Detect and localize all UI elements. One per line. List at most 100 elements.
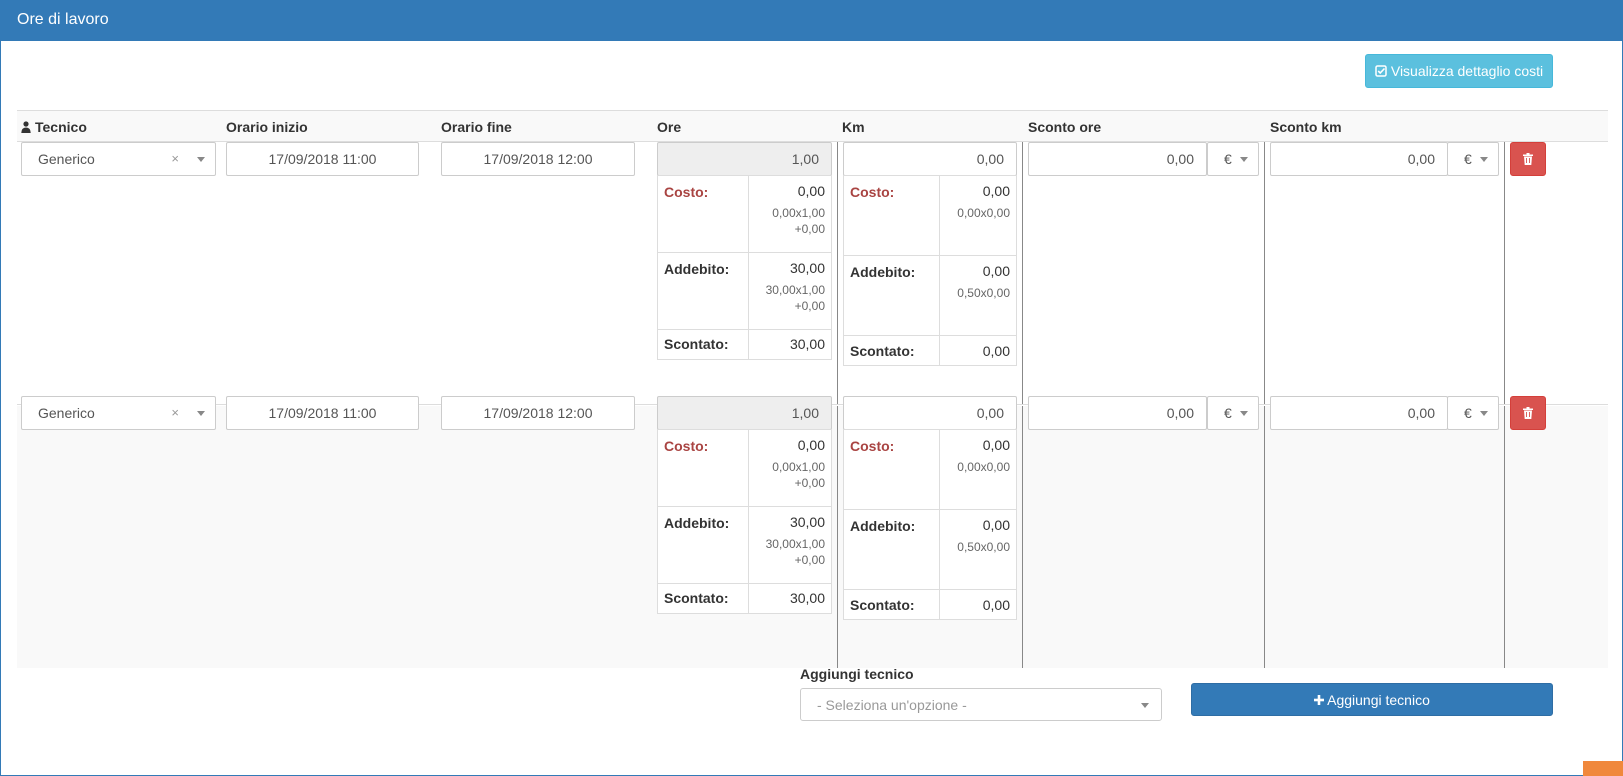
km-costs-table: Costo: 0,00 0,00x0,00 Addebito: 0,00 0,5… xyxy=(843,175,1017,366)
ore-scontato-row: Scontato: 30,00 xyxy=(658,584,831,614)
column-divider xyxy=(1264,142,1265,404)
column-divider xyxy=(837,406,838,668)
header-ore: Ore xyxy=(657,119,682,135)
sconto-km-unit-select[interactable]: € xyxy=(1447,142,1499,176)
orario-inizio-input[interactable]: 17/09/2018 11:00 xyxy=(226,396,419,430)
header-tecnico: Tecnico xyxy=(21,119,87,135)
ore-addebito-row: Addebito: 30,00 30,00x1,00 +0,00 xyxy=(658,253,831,330)
trash-icon xyxy=(1523,153,1533,165)
column-divider xyxy=(1264,406,1265,668)
km-input[interactable]: 0,00 xyxy=(843,396,1017,430)
orario-inizio-input[interactable]: 17/09/2018 11:00 xyxy=(226,142,419,176)
km-costo-formula: 0,00x0,00 xyxy=(957,206,1010,220)
plus-icon xyxy=(1314,694,1325,705)
add-tecnico-placeholder: - Seleziona un'opzione - xyxy=(817,697,967,713)
km-addebito-row: Addebito: 0,00 0,50x0,00 xyxy=(844,510,1016,590)
sconto-ore-unit-select[interactable]: € xyxy=(1207,396,1259,430)
chevron-down-icon xyxy=(1240,157,1248,162)
clear-icon[interactable]: × xyxy=(171,151,179,166)
sconto-km-unit-select[interactable]: € xyxy=(1447,396,1499,430)
orario-fine-input[interactable]: 17/09/2018 12:00 xyxy=(441,396,635,430)
km-costo-formula: 0,00x0,00 xyxy=(957,460,1010,474)
column-divider xyxy=(1022,142,1023,404)
ore-addebito-value: 30,00 xyxy=(789,260,825,276)
sconto-km-input[interactable]: 0,00 xyxy=(1270,396,1448,430)
ore-costo-formula: 0,00x1,00 xyxy=(772,460,825,474)
km-scontato-row: Scontato: 0,00 xyxy=(844,590,1016,620)
addebito-label: Addebito: xyxy=(850,264,916,280)
ore-input[interactable]: 1,00 xyxy=(657,142,832,176)
ore-addebito-extra: +0,00 xyxy=(794,299,825,313)
km-costo-row: Costo: 0,00 0,00x0,00 xyxy=(844,176,1016,256)
trash-icon xyxy=(1523,407,1533,419)
ore-scontato-value: 30,00 xyxy=(789,590,825,606)
ore-costo-row: Costo: 0,00 0,00x1,00 +0,00 xyxy=(658,176,831,253)
ore-addebito-value: 30,00 xyxy=(789,514,825,530)
ore-costs-table: Costo: 0,00 0,00x1,00 +0,00 Addebito: 30… xyxy=(657,429,832,614)
header-sconto-ore: Sconto ore xyxy=(1028,119,1102,135)
km-costs-table: Costo: 0,00 0,00x0,00 Addebito: 0,00 0,5… xyxy=(843,429,1017,620)
sconto-ore-input[interactable]: 0,00 xyxy=(1028,396,1207,430)
chevron-down-icon xyxy=(1480,411,1488,416)
chevron-down-icon xyxy=(1480,157,1488,162)
tecnico-select[interactable]: Generico × xyxy=(21,142,216,176)
costo-label: Costo: xyxy=(664,184,709,200)
km-scontato-row: Scontato: 0,00 xyxy=(844,336,1016,366)
scroll-top-button[interactable] xyxy=(1583,761,1623,776)
header-sconto-km: Sconto km xyxy=(1270,119,1342,135)
chevron-down-icon xyxy=(197,411,205,416)
km-addebito-row: Addebito: 0,00 0,50x0,00 xyxy=(844,256,1016,336)
scontato-label: Scontato: xyxy=(664,590,729,606)
header-km: Km xyxy=(842,119,865,135)
clear-icon[interactable]: × xyxy=(171,405,179,420)
km-scontato-value: 0,00 xyxy=(982,597,1010,613)
km-input[interactable]: 0,00 xyxy=(843,142,1017,176)
panel-title: Ore di lavoro xyxy=(1,0,1623,41)
column-divider xyxy=(837,142,838,404)
table-row: Generico × 17/09/2018 11:00 17/09/2018 1… xyxy=(17,142,1608,405)
orario-fine-input[interactable]: 17/09/2018 12:00 xyxy=(441,142,635,176)
ore-addebito-extra: +0,00 xyxy=(794,553,825,567)
tecnico-select[interactable]: Generico × xyxy=(21,396,216,430)
addebito-label: Addebito: xyxy=(664,261,730,277)
header-orario-inizio: Orario inizio xyxy=(226,119,308,135)
km-addebito-formula: 0,50x0,00 xyxy=(957,286,1010,300)
ore-input[interactable]: 1,00 xyxy=(657,396,832,430)
costo-label: Costo: xyxy=(850,438,895,454)
add-tecnico-label: Aggiungi tecnico xyxy=(800,666,914,682)
km-addebito-value: 0,00 xyxy=(982,517,1010,533)
km-scontato-value: 0,00 xyxy=(982,343,1010,359)
ore-costo-row: Costo: 0,00 0,00x1,00 +0,00 xyxy=(658,430,831,507)
km-addebito-value: 0,00 xyxy=(982,263,1010,279)
ore-costo-extra: +0,00 xyxy=(794,476,825,490)
view-cost-details-label: Visualizza dettaglio costi xyxy=(1390,63,1544,79)
ore-costs-table: Costo: 0,00 0,00x1,00 +0,00 Addebito: 30… xyxy=(657,175,832,360)
ore-costo-extra: +0,00 xyxy=(794,222,825,236)
ore-costo-formula: 0,00x1,00 xyxy=(772,206,825,220)
delete-row-button[interactable] xyxy=(1510,142,1546,176)
addebito-label: Addebito: xyxy=(664,515,730,531)
chevron-down-icon xyxy=(197,157,205,162)
sconto-ore-unit-select[interactable]: € xyxy=(1207,142,1259,176)
scontato-label: Scontato: xyxy=(850,597,915,613)
delete-row-button[interactable] xyxy=(1510,396,1546,430)
view-cost-details-button[interactable]: Visualizza dettaglio costi xyxy=(1365,54,1553,88)
check-square-icon xyxy=(1375,65,1387,77)
scontato-label: Scontato: xyxy=(664,336,729,352)
table-header: Tecnico Orario inizio Orario fine Ore Km… xyxy=(17,110,1608,142)
column-divider xyxy=(1504,142,1505,404)
chevron-down-icon xyxy=(1240,411,1248,416)
km-costo-value: 0,00 xyxy=(982,437,1010,453)
ore-scontato-row: Scontato: 30,00 xyxy=(658,330,831,360)
ore-addebito-row: Addebito: 30,00 30,00x1,00 +0,00 xyxy=(658,507,831,584)
work-hours-panel: Ore di lavoro Visualizza dettaglio costi… xyxy=(0,0,1623,776)
header-orario-fine: Orario fine xyxy=(441,119,512,135)
add-tecnico-button[interactable]: Aggiungi tecnico xyxy=(1191,683,1553,716)
costo-label: Costo: xyxy=(664,438,709,454)
column-divider xyxy=(1022,406,1023,668)
user-icon xyxy=(21,121,31,133)
ore-scontato-value: 30,00 xyxy=(789,336,825,352)
add-tecnico-select[interactable]: - Seleziona un'opzione - xyxy=(800,688,1162,721)
sconto-ore-input[interactable]: 0,00 xyxy=(1028,142,1207,176)
sconto-km-input[interactable]: 0,00 xyxy=(1270,142,1448,176)
